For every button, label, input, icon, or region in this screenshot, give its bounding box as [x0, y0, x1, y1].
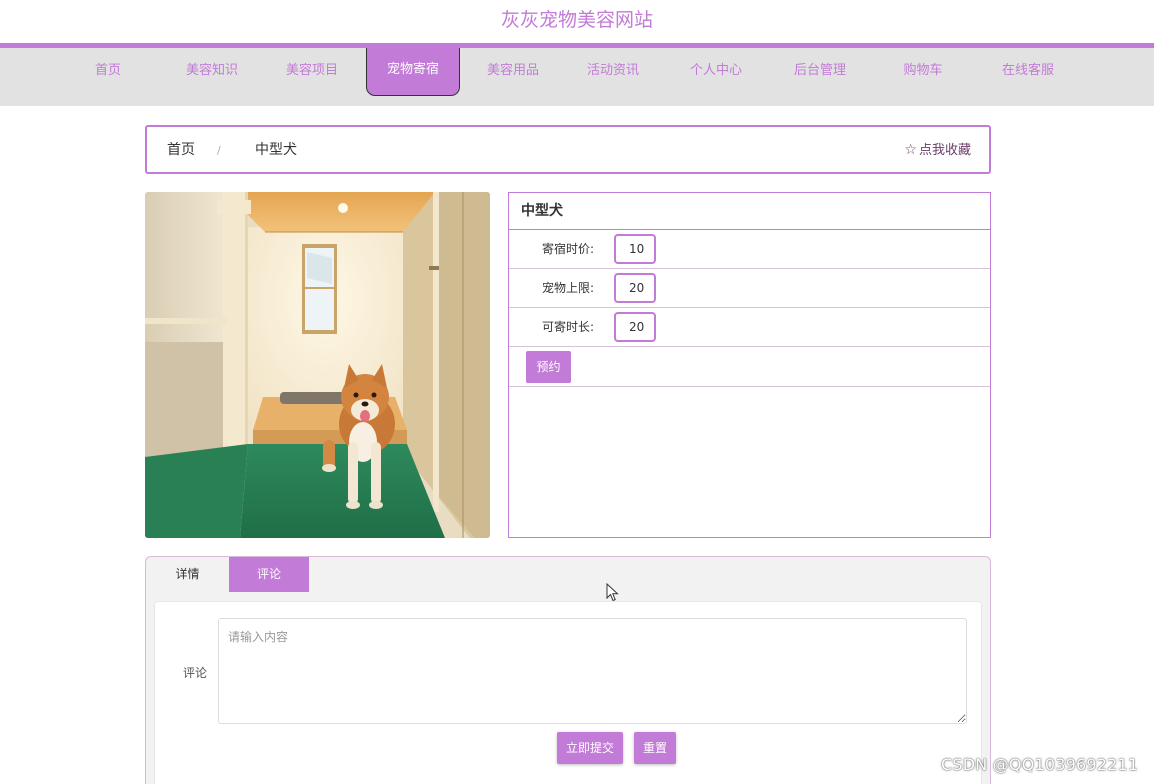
field-label-hourly-price: 寄宿时价:	[541, 242, 594, 256]
product-photo	[145, 192, 490, 538]
tab-comment[interactable]: 评论	[229, 557, 309, 592]
nav-item-activity-news[interactable]: 活动资讯	[583, 48, 643, 96]
nav-item-home[interactable]: 首页	[88, 48, 128, 96]
reset-button[interactable]: 重置	[634, 732, 676, 764]
nav-item-cart[interactable]: 购物车	[900, 48, 946, 96]
nav-item-admin[interactable]: 后台管理	[790, 48, 850, 96]
tab-header: 详情 评论	[146, 557, 990, 593]
comment-label: 评论	[183, 666, 208, 680]
star-outline-icon: ☆	[904, 142, 917, 158]
book-button[interactable]: 预约	[526, 351, 571, 383]
nav-item-beauty-projects[interactable]: 美容项目	[282, 48, 342, 96]
field-row-pet-limit: 宠物上限: 20	[509, 269, 990, 308]
field-value-boarding-duration: 20	[614, 312, 656, 342]
nav-item-pet-boarding[interactable]: 宠物寄宿	[366, 48, 460, 96]
comment-form: 评论 立即提交 重置	[154, 601, 982, 784]
nav-item-personal-center[interactable]: 个人中心	[686, 48, 746, 96]
field-value-pet-limit: 20	[614, 273, 656, 303]
breadcrumb-current: 中型犬	[255, 142, 297, 158]
submit-button[interactable]: 立即提交	[557, 732, 623, 764]
product-info-panel: 中型犬 寄宿时价: 10 宠物上限: 20 可寄时长: 20 预约	[508, 192, 991, 538]
site-title: 灰灰宠物美容网站	[500, 9, 653, 31]
breadcrumb: 首页 / 中型犬 ☆ 点我收藏	[145, 125, 991, 174]
field-row-hourly-price: 寄宿时价: 10	[509, 230, 990, 269]
field-label-boarding-duration: 可寄时长:	[541, 320, 594, 334]
nav-item-beauty-knowledge[interactable]: 美容知识	[182, 48, 242, 96]
breadcrumb-separator: /	[217, 144, 221, 157]
favorite-label: 点我收藏	[918, 143, 971, 158]
product-name: 中型犬	[509, 193, 990, 230]
main-nav: 首页 美容知识 美容项目 宠物寄宿 美容用品 活动资讯 个人中心 后台管理 购物…	[0, 48, 1154, 106]
tabs-panel: 详情 评论 评论 立即提交 重置	[145, 556, 991, 784]
mouse-cursor-icon	[606, 583, 619, 602]
nav-item-beauty-supplies[interactable]: 美容用品	[483, 48, 543, 96]
tab-detail[interactable]: 详情	[146, 557, 229, 592]
field-row-boarding-duration: 可寄时长: 20	[509, 308, 990, 347]
favorite-button[interactable]: ☆ 点我收藏	[904, 127, 971, 174]
field-label-pet-limit: 宠物上限:	[541, 281, 594, 295]
comment-textarea[interactable]	[218, 618, 967, 724]
nav-item-online-service[interactable]: 在线客服	[998, 48, 1058, 96]
book-row: 预约	[509, 347, 990, 387]
field-value-hourly-price: 10	[614, 234, 656, 264]
breadcrumb-home-link[interactable]: 首页	[167, 127, 195, 174]
watermark: CSDN @QQ1039692211	[941, 755, 1139, 774]
